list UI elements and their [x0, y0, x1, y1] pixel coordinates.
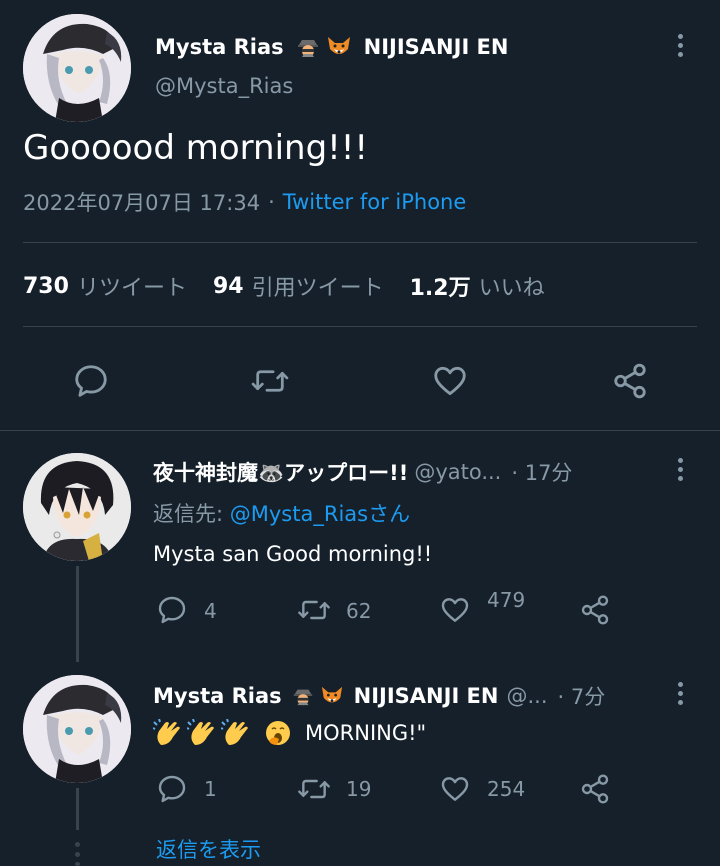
yawning-face-emoji-icon [263, 719, 293, 747]
retweet-icon[interactable] [296, 773, 332, 805]
reply-header: Mysta Rias NIJISANJI EN @... · 7分 [153, 680, 653, 712]
reply-text: MORNING!" [305, 721, 427, 745]
reply-icon[interactable] [156, 773, 188, 805]
reply-count: 1 [204, 777, 217, 801]
more-options-icon[interactable] [675, 34, 685, 57]
like-icon[interactable] [438, 773, 472, 805]
like-count: 254 [487, 777, 526, 801]
retweet-count: 62 [346, 599, 372, 623]
avatar[interactable] [23, 453, 131, 561]
divider [0, 430, 720, 431]
reply-count: 4 [204, 599, 217, 623]
meta-separator: · [268, 190, 275, 214]
tweet-stats: 730 リツイート 94 引用ツイート 1.2万 いいね [23, 270, 545, 302]
reply-display-name[interactable]: Mysta Rias [153, 684, 282, 708]
reply-icon[interactable] [72, 362, 110, 400]
reply-text: Mysta san Good morning!! [153, 542, 433, 566]
reply-header: 夜十神封魔🦝アップロー!! @yato... · 17分 [153, 456, 653, 488]
name-suffix: NIJISANJI EN [363, 35, 509, 59]
thread-dot [75, 842, 80, 847]
retweet-count: 19 [346, 777, 372, 801]
tweet-meta: 2022年07月07日 17:34 · Twitter for iPhone [23, 187, 466, 217]
clapping-hands-emoji-icon [221, 719, 251, 747]
reply-display-name[interactable]: 夜十神封魔🦝アップロー!! [153, 457, 408, 487]
display-name[interactable]: Mysta Rias [155, 35, 284, 59]
reply-time[interactable]: · 17分 [511, 457, 572, 487]
like-count: 479 [487, 588, 526, 612]
reply-to-line: 返信先: @Mysta_Riasさん [153, 498, 410, 528]
retweets-count[interactable]: 730 [23, 274, 69, 299]
detective-emoji-icon [296, 35, 320, 59]
retweets-label[interactable]: リツイート [77, 270, 187, 302]
reply-to-handle[interactable]: @Mysta_Riasさん [230, 502, 410, 526]
reply-time[interactable]: · 7分 [558, 681, 606, 711]
share-icon[interactable] [578, 773, 612, 805]
fox-emoji-icon [320, 685, 344, 707]
quotes-count[interactable]: 94 [213, 274, 244, 299]
divider [23, 242, 697, 243]
share-icon[interactable] [610, 362, 650, 400]
tweet-source[interactable]: Twitter for iPhone [283, 190, 467, 214]
reply-text-row: MORNING!" [153, 716, 426, 750]
thread-dot [75, 852, 80, 857]
thread-dot [75, 862, 80, 866]
clapping-hands-emoji-icon [153, 719, 183, 747]
thread-line [76, 566, 79, 662]
quotes-label[interactable]: 引用ツイート [252, 270, 384, 302]
like-icon[interactable] [430, 362, 470, 400]
more-options-icon[interactable] [675, 682, 685, 705]
avatar[interactable] [23, 14, 131, 122]
retweet-icon[interactable] [250, 362, 290, 400]
like-icon[interactable] [438, 594, 472, 626]
name-suffix: NIJISANJI EN [353, 684, 499, 708]
author-handle[interactable]: @Mysta_Rias [155, 74, 293, 98]
share-icon[interactable] [578, 594, 612, 626]
retweet-icon[interactable] [296, 594, 332, 626]
reply-handle[interactable]: @... [506, 684, 547, 708]
fox-emoji-icon [326, 35, 352, 59]
show-replies-link[interactable]: 返信を表示 [156, 834, 261, 864]
likes-count[interactable]: 1.2万 [410, 270, 471, 302]
detective-emoji-icon [292, 685, 314, 707]
divider [23, 326, 697, 327]
tweet-text: Goooood morning!!! [23, 128, 369, 168]
thread-line [76, 788, 79, 830]
likes-label[interactable]: いいね [479, 270, 545, 302]
reply-handle[interactable]: @yato... [414, 460, 501, 484]
author-name-row: Mysta Rias NIJISANJI EN [155, 32, 508, 62]
clapping-hands-emoji-icon [187, 719, 217, 747]
tweet-timestamp[interactable]: 2022年07月07日 17:34 [23, 187, 260, 217]
reply-to-prefix: 返信先: [153, 502, 230, 526]
more-options-icon[interactable] [675, 458, 685, 481]
reply-icon[interactable] [156, 594, 188, 626]
avatar[interactable] [23, 675, 131, 783]
